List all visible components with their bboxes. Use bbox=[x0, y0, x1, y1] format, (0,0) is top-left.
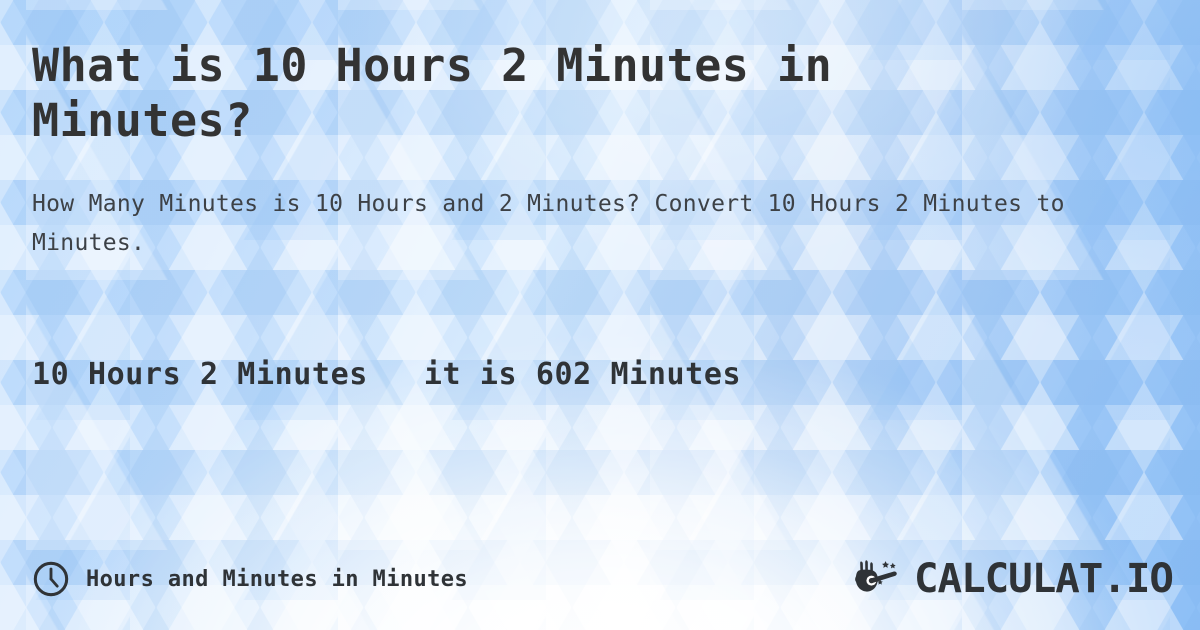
brand-name: CALCULAT.IO bbox=[914, 556, 1174, 602]
clock-icon bbox=[32, 560, 70, 598]
social-share-card: What is 10 Hours 2 Minutes in Minutes? H… bbox=[0, 0, 1200, 630]
card-content: What is 10 Hours 2 Minutes in Minutes? H… bbox=[0, 0, 1200, 630]
page-title: What is 10 Hours 2 Minutes in Minutes? bbox=[32, 39, 833, 147]
page-subtitle: How Many Minutes is 10 Hours and 2 Minut… bbox=[32, 191, 1065, 256]
footer-category: Hours and Minutes in Minutes bbox=[32, 560, 468, 598]
footer-category-label: Hours and Minutes in Minutes bbox=[86, 566, 469, 592]
conversion-result: 10 Hours 2 Minutes it is 602 Minutes bbox=[32, 357, 742, 392]
card-footer: Hours and Minutes in Minutes CALCULAT.IO bbox=[32, 556, 1174, 602]
brand-logo: CALCULAT.IO bbox=[852, 558, 1174, 600]
hand-magic-wand-icon bbox=[852, 558, 908, 600]
